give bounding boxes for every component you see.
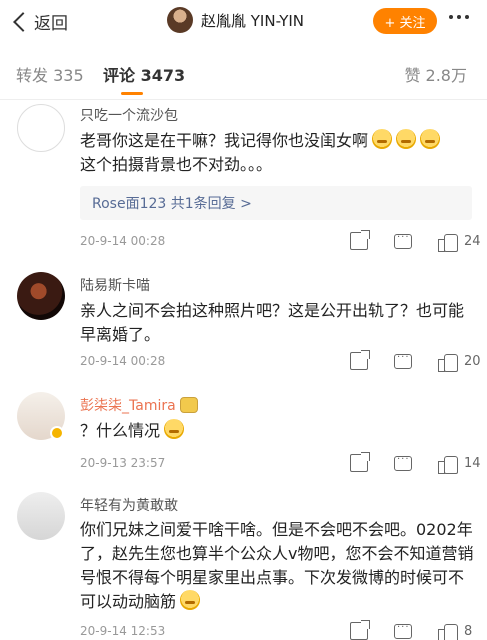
comment-actions: 24 bbox=[350, 230, 481, 252]
comment-text: 老哥你这是在干嘛？我记得你也没闺女啊 这个拍摄背景也不对劲。。。 bbox=[80, 129, 475, 177]
chevron-left-icon bbox=[13, 11, 33, 32]
comment-username[interactable]: 彭柒柒_Tamira bbox=[80, 395, 198, 415]
emoji-icon bbox=[164, 419, 185, 439]
more-options-icon[interactable] bbox=[449, 15, 469, 19]
like-count: 24 bbox=[464, 233, 481, 249]
avatar[interactable] bbox=[167, 7, 193, 33]
comment-username-text: 彭柒柒_Tamira bbox=[80, 398, 176, 414]
reply-icon[interactable] bbox=[394, 232, 412, 249]
emoji-icon bbox=[180, 590, 201, 610]
tab-comment[interactable]: 评论 3473 bbox=[103, 62, 185, 86]
comment-actions: 14 bbox=[350, 452, 481, 474]
thumbs-up-icon bbox=[438, 352, 458, 372]
back-button[interactable]: 返回 bbox=[10, 9, 68, 34]
comment-actions: 20 bbox=[350, 350, 481, 372]
share-icon[interactable] bbox=[350, 620, 370, 640]
comment-actions: 8 bbox=[350, 620, 472, 640]
follow-button[interactable]: + 关注 bbox=[373, 8, 437, 34]
avatar[interactable] bbox=[17, 104, 65, 152]
verified-badge-icon bbox=[50, 426, 64, 440]
like-count: 14 bbox=[464, 455, 481, 471]
comment-text-line: ？什么情况 bbox=[80, 421, 161, 440]
tab-like[interactable]: 赞 2.8万 bbox=[404, 62, 467, 86]
comment-text: 你们兄妹之间爱干啥干啥。但是不会吧不会吧。0202年了，赵先生您也算半个公众人v… bbox=[80, 518, 475, 614]
comment-timestamp: 20-9-13 23:57 bbox=[80, 456, 166, 470]
avatar[interactable] bbox=[17, 272, 65, 320]
comment-text: ？什么情况 bbox=[80, 419, 475, 443]
thumbs-up-icon bbox=[438, 622, 458, 640]
like-count: 8 bbox=[464, 623, 473, 639]
comment-text-line: 这个拍摄背景也不对劲。。。 bbox=[80, 155, 273, 174]
comment-timestamp: 20-9-14 12:53 bbox=[80, 624, 166, 638]
comment-text-line: 你们兄妹之间爱干啥干啥。但是不会吧不会吧。0202年了，赵先生您也算半个公众人v… bbox=[80, 520, 474, 611]
tab-bar: 转发 335 评论 3473 赞 2.8万 bbox=[0, 42, 487, 100]
thumbs-up-icon bbox=[438, 454, 458, 474]
share-icon[interactable] bbox=[350, 350, 370, 370]
reply-icon[interactable] bbox=[394, 622, 412, 639]
back-label: 返回 bbox=[34, 14, 68, 34]
comment-text: 亲人之间不会拍这种照片吧？这是公开出轨了？也可能早离婚了。 bbox=[80, 301, 465, 344]
share-icon[interactable] bbox=[350, 230, 370, 250]
thumbs-up-icon bbox=[438, 232, 458, 252]
share-icon[interactable] bbox=[350, 452, 370, 472]
profile-header[interactable]: 赵胤胤 YIN-YIN bbox=[167, 7, 304, 33]
emoji-icon bbox=[420, 129, 441, 149]
tab-repost[interactable]: 转发 335 bbox=[16, 62, 84, 86]
avatar[interactable] bbox=[17, 492, 65, 540]
reply-icon[interactable] bbox=[394, 454, 412, 471]
profile-name: 赵胤胤 YIN-YIN bbox=[201, 11, 305, 30]
member-badge-icon bbox=[179, 397, 198, 413]
emoji-icon bbox=[372, 129, 393, 149]
like-count: 20 bbox=[464, 353, 481, 369]
reply-icon[interactable] bbox=[394, 352, 412, 369]
comment-timestamp: 20-9-14 00:28 bbox=[80, 354, 166, 368]
comment-text-line: 老哥你这是在干嘛？我记得你也没闺女啊 bbox=[80, 131, 369, 150]
like-button[interactable]: 14 bbox=[438, 454, 481, 474]
top-navigation-bar: 返回 赵胤胤 YIN-YIN + 关注 bbox=[0, 0, 487, 42]
emoji-icon bbox=[396, 129, 417, 149]
comment-username[interactable]: 年轻有为黄敢敢 bbox=[80, 495, 178, 515]
comment-username[interactable]: 只吃一个流沙包 bbox=[80, 105, 178, 125]
comment-timestamp: 20-9-14 00:28 bbox=[80, 234, 166, 248]
like-button[interactable]: 24 bbox=[438, 232, 481, 252]
active-tab-indicator bbox=[121, 92, 143, 95]
like-button[interactable]: 20 bbox=[438, 352, 481, 372]
like-button[interactable]: 8 bbox=[438, 622, 472, 640]
comment-username[interactable]: 陆易斯卡喵 bbox=[80, 275, 150, 295]
replies-link[interactable]: Rose面123 共1条回复 > bbox=[80, 186, 472, 220]
